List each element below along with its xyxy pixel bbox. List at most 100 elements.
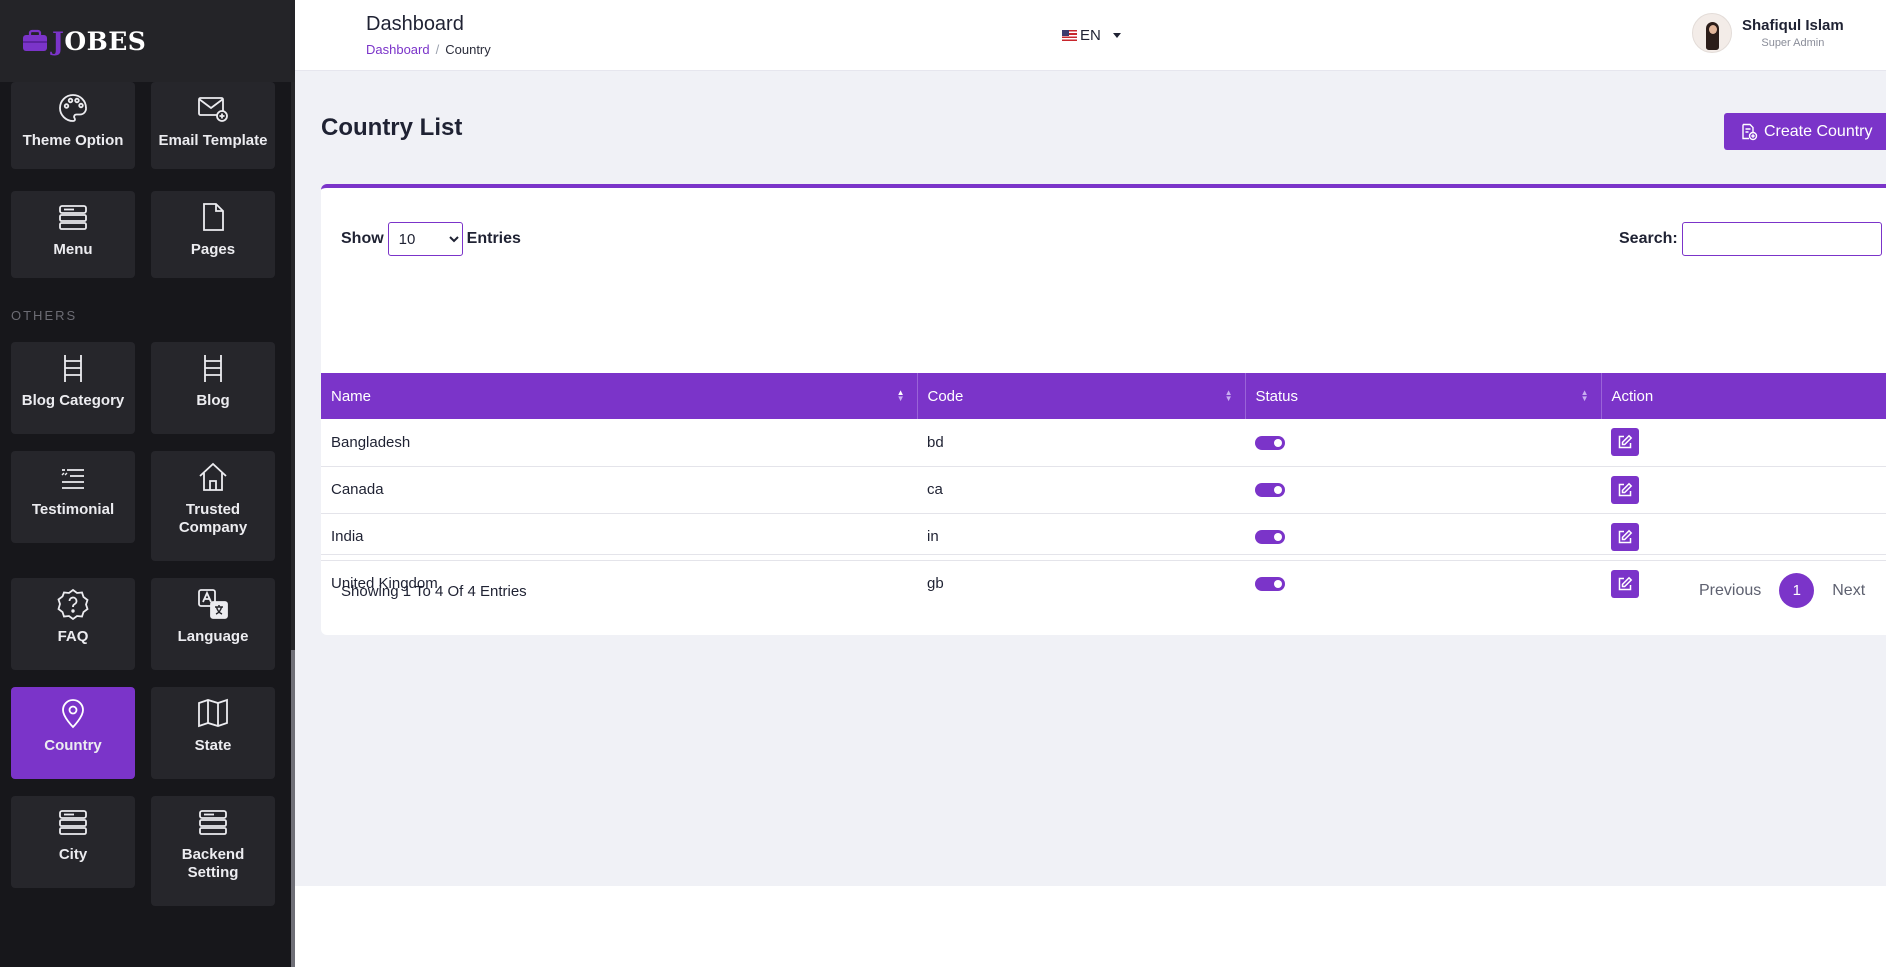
edit-icon xyxy=(1618,434,1633,449)
cell-name: Bangladesh xyxy=(321,419,917,467)
breadcrumb-home-link[interactable]: Dashboard xyxy=(366,42,430,57)
table-row: India in xyxy=(321,513,1886,561)
user-info: Shafiqul Islam Super Admin xyxy=(1742,17,1844,49)
language-selector[interactable]: EN xyxy=(1062,27,1121,44)
cell-action xyxy=(1601,513,1886,561)
sidebar-item-label: Pages xyxy=(190,241,236,258)
cell-action xyxy=(1601,466,1886,514)
map-pin-icon xyxy=(62,699,84,729)
sidebar-item-email-template[interactable]: Email Template xyxy=(151,82,275,169)
status-toggle[interactable] xyxy=(1255,577,1285,592)
ladder-icon xyxy=(64,355,82,382)
main-content: Country List Create Country Show 10 25 5… xyxy=(295,71,1886,886)
user-menu[interactable]: Shafiqul Islam Super Admin xyxy=(1692,13,1844,53)
sidebar-item-pages[interactable]: Pages xyxy=(151,191,275,278)
section-label-others: OTHERS xyxy=(11,308,78,323)
table-row: Canada ca xyxy=(321,466,1886,514)
sidebar-item-backend-setting[interactable]: Backend Setting xyxy=(151,796,275,906)
cell-action xyxy=(1601,419,1886,467)
cell-status xyxy=(1245,513,1601,561)
sidebar-item-label: Theme Option xyxy=(22,132,124,149)
edit-button[interactable] xyxy=(1611,569,1639,598)
question-badge-icon xyxy=(57,588,89,620)
column-header-status[interactable]: Status ▲ ▼ xyxy=(1245,373,1602,419)
sort-icon: ▲ ▼ xyxy=(1580,388,1589,403)
sort-asc-icon: ▲ ▼ xyxy=(896,388,905,403)
brand-name: JOBES xyxy=(52,26,147,56)
stack-icon xyxy=(199,810,227,835)
show-label: Show xyxy=(341,230,384,247)
palette-icon xyxy=(59,94,87,122)
sidebar-item-country[interactable]: Country xyxy=(11,687,135,779)
cell-code: in xyxy=(917,513,1245,561)
table-footer-divider xyxy=(321,554,1886,555)
sidebar-item-testimonial[interactable]: Testimonial xyxy=(11,451,135,543)
table-header-row: Name ▲ ▼ Code ▲ ▼ Status ▲ ▼ Action xyxy=(321,373,1886,419)
content-title: Country List xyxy=(321,114,463,141)
sidebar-item-blog[interactable]: Blog xyxy=(151,342,275,434)
edit-button[interactable] xyxy=(1611,475,1639,504)
entries-label: Entries xyxy=(466,230,521,247)
create-country-label: Create Country xyxy=(1764,122,1873,140)
sidebar-item-language[interactable]: Language xyxy=(151,578,275,670)
status-toggle[interactable] xyxy=(1255,483,1285,498)
status-toggle[interactable] xyxy=(1255,530,1285,545)
sidebar-item-label: FAQ xyxy=(57,628,89,645)
ladder-icon xyxy=(204,355,222,382)
cell-name: Canada xyxy=(321,466,917,514)
sidebar: JOBES OTHERS Theme Option Email Template… xyxy=(0,0,295,967)
brand-logo[interactable]: JOBES xyxy=(0,0,295,82)
sidebar-item-blog-category[interactable]: Blog Category xyxy=(11,342,135,434)
column-header-name[interactable]: Name ▲ ▼ xyxy=(321,373,918,419)
top-header: Dashboard Dashboard / Country EN Shafiqul … xyxy=(295,0,1886,71)
search-input[interactable] xyxy=(1681,222,1882,256)
cell-code: ca xyxy=(917,466,1245,514)
sidebar-item-label: State xyxy=(194,737,232,754)
sidebar-item-menu[interactable]: Menu xyxy=(11,191,135,278)
page-size-control: Show 10 25 50 100 Entries xyxy=(341,222,521,256)
column-header-code[interactable]: Code ▲ ▼ xyxy=(917,373,1246,419)
add-document-icon xyxy=(1742,123,1758,140)
cell-name: India xyxy=(321,513,917,561)
cell-status xyxy=(1245,560,1601,607)
cell-code: gb xyxy=(927,575,944,593)
sidebar-item-faq[interactable]: FAQ xyxy=(11,578,135,670)
avatar[interactable] xyxy=(1692,13,1732,53)
file-icon xyxy=(203,203,224,231)
next-page-button[interactable]: Next xyxy=(1832,582,1865,600)
previous-page-button[interactable]: Previous xyxy=(1699,582,1761,600)
map-icon xyxy=(198,698,228,728)
status-toggle[interactable] xyxy=(1255,435,1285,450)
edit-icon xyxy=(1618,576,1633,590)
edit-button[interactable] xyxy=(1611,522,1639,551)
sidebar-item-theme-option[interactable]: Theme Option xyxy=(11,82,135,169)
email-add-icon xyxy=(198,97,228,122)
page-number-button[interactable]: 1 xyxy=(1779,573,1815,608)
sidebar-item-label: Language xyxy=(177,628,249,645)
breadcrumb-current: Country xyxy=(445,42,491,57)
pagination: Previous 1 Next xyxy=(1699,573,1865,608)
sort-icon: ▲ ▼ xyxy=(1224,388,1233,403)
sidebar-item-label: Backend Setting xyxy=(181,846,245,881)
edit-button[interactable] xyxy=(1611,428,1639,457)
stack-icon xyxy=(59,810,87,835)
search-control: Search: xyxy=(1619,222,1882,256)
cell-status xyxy=(1245,419,1601,467)
cell-status xyxy=(1245,466,1601,514)
stack-icon xyxy=(59,205,87,230)
country-table-card: Show 10 25 50 100 Entries Search: Name▲▼… xyxy=(321,184,1886,635)
sidebar-item-state[interactable]: State xyxy=(151,687,275,779)
edit-icon xyxy=(1618,529,1633,543)
page-size-select[interactable]: 10 25 50 100 xyxy=(387,222,463,256)
showing-entries-text: Showing 1 To 4 Of 4 Entries xyxy=(341,583,527,600)
sidebar-item-trusted-company[interactable]: Trusted Company xyxy=(151,451,275,561)
sidebar-item-label: Blog Category xyxy=(21,392,125,409)
sidebar-item-label: Trusted Company xyxy=(178,501,248,536)
sidebar-item-city[interactable]: City xyxy=(11,796,135,888)
us-flag-icon xyxy=(1062,30,1077,41)
table-row: United Kingdom gb xyxy=(321,560,1886,607)
quote-list-icon xyxy=(61,469,84,489)
create-country-button[interactable]: Create Country xyxy=(1724,113,1886,150)
sidebar-item-label: Country xyxy=(44,737,102,754)
search-label: Search: xyxy=(1619,230,1678,247)
